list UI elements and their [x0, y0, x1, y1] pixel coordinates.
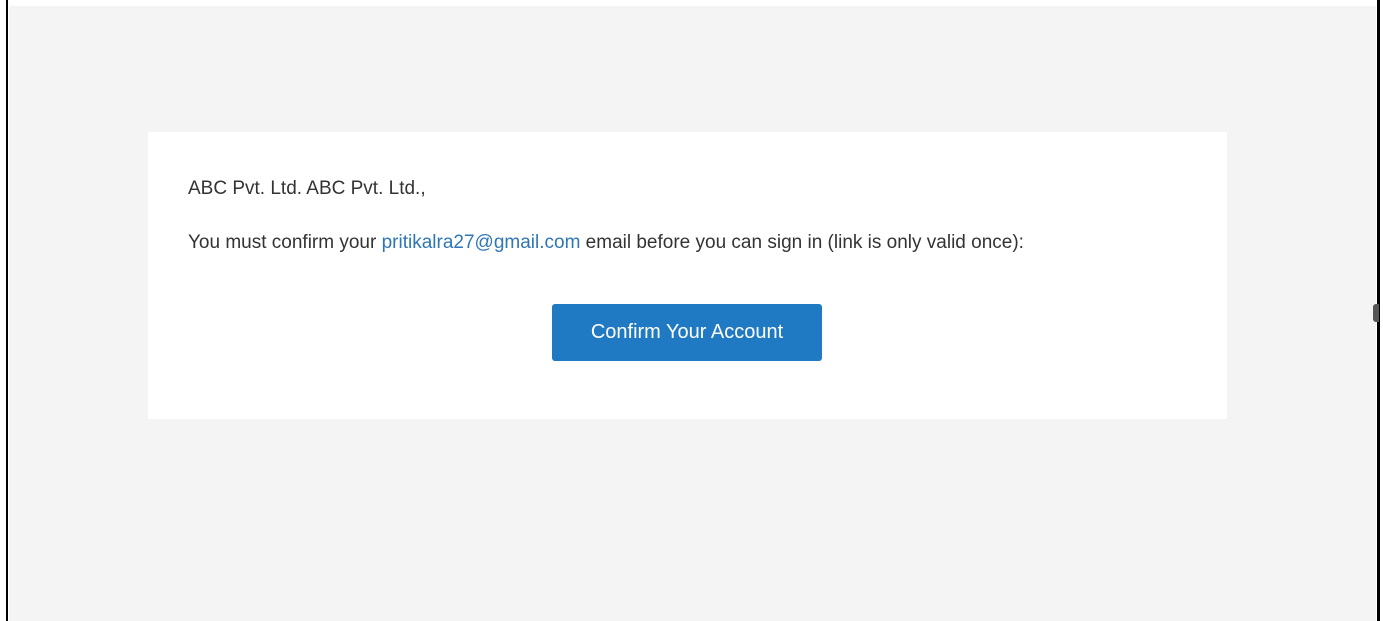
confirmation-message: You must confirm your pritikalra27@gmail…: [188, 227, 1178, 258]
screenshot-frame: ABC Pvt. Ltd. ABC Pvt. Ltd., You must co…: [0, 0, 1383, 621]
email-address-link[interactable]: pritikalra27@gmail.com: [382, 232, 581, 253]
email-background: ABC Pvt. Ltd. ABC Pvt. Ltd., You must co…: [9, 6, 1376, 621]
right-edge-handle: [1373, 304, 1379, 322]
left-border: [6, 0, 8, 621]
greeting-text: ABC Pvt. Ltd. ABC Pvt. Ltd.,: [188, 178, 426, 199]
email-card: ABC Pvt. Ltd. ABC Pvt. Ltd., You must co…: [148, 132, 1227, 419]
message-before-email: You must confirm your: [188, 232, 382, 253]
message-after-email: email before you can sign in (link is on…: [580, 232, 1024, 253]
confirm-account-button[interactable]: Confirm Your Account: [552, 304, 822, 361]
